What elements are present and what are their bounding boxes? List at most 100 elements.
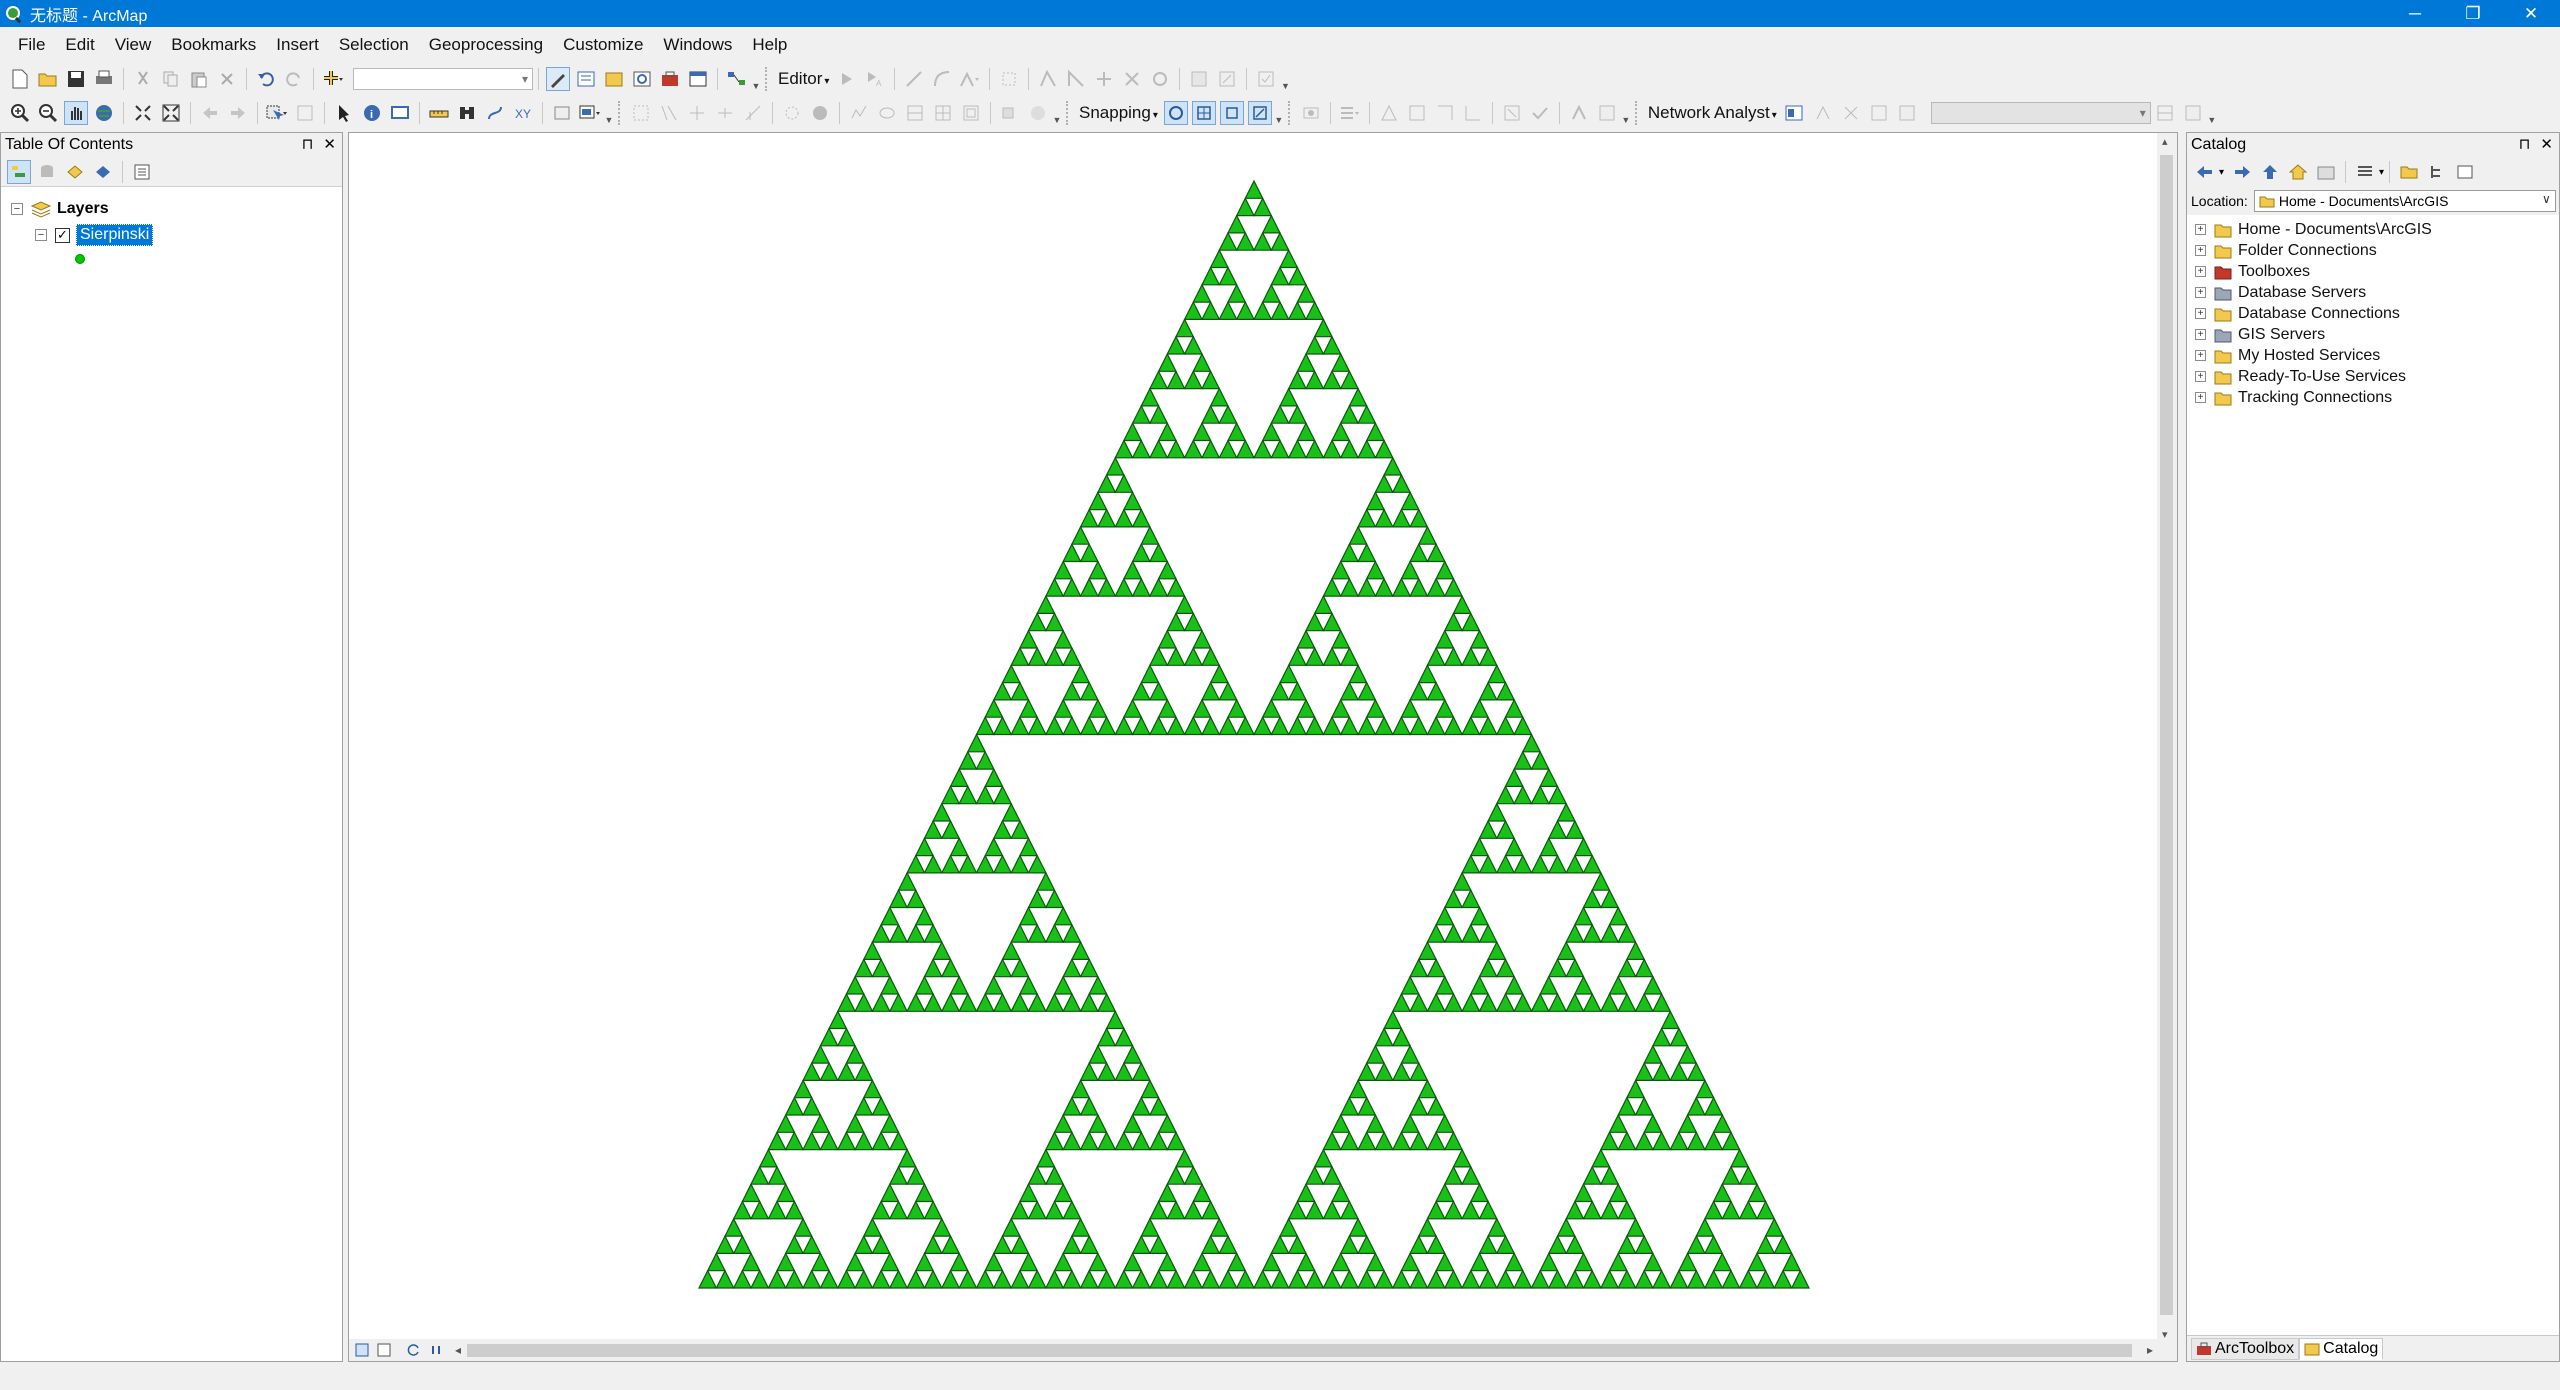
split-tool-icon[interactable] xyxy=(1092,67,1116,91)
expand-toggle[interactable]: + xyxy=(2195,350,2206,361)
network-analyst-menu[interactable]: Network Analyst ▾ xyxy=(1644,103,1781,123)
modelbuilder-icon[interactable] xyxy=(725,67,749,91)
reshape-feature-icon[interactable] xyxy=(1036,67,1060,91)
catalog-up-icon[interactable] xyxy=(2258,160,2282,184)
align-edge-icon[interactable] xyxy=(657,101,681,125)
minimize-button[interactable]: ─ xyxy=(2386,0,2444,27)
fix-topology-error-icon[interactable] xyxy=(1528,101,1552,125)
topology-edit-icon[interactable] xyxy=(629,101,653,125)
catalog-item[interactable]: + Folder Connections xyxy=(2187,240,2559,261)
paste-icon[interactable] xyxy=(187,67,211,91)
toc-options-icon[interactable] xyxy=(130,160,154,184)
go-back-extent-icon[interactable] xyxy=(198,101,222,125)
point-snapping-icon[interactable] xyxy=(1163,101,1188,125)
catalog-item[interactable]: + Database Connections xyxy=(2187,303,2559,324)
toolbar-grip[interactable] xyxy=(618,101,623,125)
undo-icon[interactable] xyxy=(254,67,278,91)
densify-icon[interactable] xyxy=(903,101,927,125)
fixed-zoom-out-icon[interactable] xyxy=(159,101,183,125)
catalog-forward-icon[interactable] xyxy=(2230,160,2254,184)
arctoolbox-icon[interactable] xyxy=(658,67,682,91)
toolbar-overflow-icon[interactable]: ▼ xyxy=(1621,101,1631,125)
network-analyst-window-icon[interactable] xyxy=(1783,101,1807,125)
rotate-tool-icon[interactable] xyxy=(1120,67,1144,91)
map-display[interactable]: ▴ ▾ ◂ ▸ xyxy=(348,132,2178,1362)
print-icon[interactable] xyxy=(92,67,116,91)
toolbar-grip[interactable] xyxy=(1287,101,1293,125)
menu-selection[interactable]: Selection xyxy=(329,35,419,55)
zoom-in-icon[interactable] xyxy=(8,101,32,125)
copy-parallel-icon[interactable] xyxy=(959,101,983,125)
menu-insert[interactable]: Insert xyxy=(266,35,329,55)
layer-name-sierpinski[interactable]: Sierpinski xyxy=(76,224,154,246)
trim-icon[interactable] xyxy=(713,101,737,125)
toolbar-overflow-icon[interactable]: ▼ xyxy=(1052,101,1062,125)
explode-icon[interactable] xyxy=(780,101,804,125)
search-window-icon[interactable] xyxy=(630,67,654,91)
vertex-snapping-icon[interactable] xyxy=(1219,101,1244,125)
toolbar-overflow-icon[interactable]: ▼ xyxy=(1274,101,1284,125)
directions-icon[interactable] xyxy=(2181,101,2205,125)
catalog-views-icon[interactable] xyxy=(2353,160,2377,184)
find-icon[interactable] xyxy=(455,101,479,125)
toolbar-grip[interactable] xyxy=(765,67,770,91)
html-popup-icon[interactable] xyxy=(388,101,412,125)
refresh-view-icon[interactable] xyxy=(405,1341,423,1359)
list-by-drawing-order-icon[interactable] xyxy=(7,159,31,184)
tab-catalog[interactable]: Catalog xyxy=(2299,1337,2384,1360)
close-button[interactable]: ✕ xyxy=(2502,0,2560,27)
toolbar-grip[interactable] xyxy=(1634,101,1640,125)
edge-snapping-icon[interactable] xyxy=(1247,101,1272,125)
expand-toggle[interactable]: + xyxy=(2195,308,2206,319)
catalog-back-icon[interactable] xyxy=(2193,160,2217,184)
network-dataset-combo[interactable]: ▾ xyxy=(1930,102,2151,124)
catalog-item[interactable]: + Tracking Connections xyxy=(2187,387,2559,408)
save-icon[interactable] xyxy=(64,67,88,91)
select-features-icon[interactable] xyxy=(265,101,289,125)
toolbar-overflow-icon[interactable]: ▼ xyxy=(2207,101,2217,125)
catalog-item[interactable]: + Ready-To-Use Services xyxy=(2187,366,2559,387)
select-move-location-icon[interactable] xyxy=(1839,101,1863,125)
scroll-left-icon[interactable]: ◂ xyxy=(455,1343,461,1357)
construct-features-icon[interactable] xyxy=(1595,101,1619,125)
sphere-icon[interactable] xyxy=(808,101,832,125)
create-viewer-window-icon[interactable] xyxy=(578,101,602,125)
spatial-adjustment-icon[interactable] xyxy=(1338,101,1362,125)
edit-tool-icon[interactable] xyxy=(835,67,859,91)
create-features-icon[interactable] xyxy=(1215,67,1239,91)
menu-customize[interactable]: Customize xyxy=(553,35,653,55)
catalog-connect-folder-icon[interactable] xyxy=(2314,160,2338,184)
cut-icon[interactable] xyxy=(131,67,155,91)
list-by-source-icon[interactable] xyxy=(35,160,59,184)
time-slider-icon[interactable] xyxy=(550,101,574,125)
catalog-new-folder-icon[interactable] xyxy=(2397,160,2421,184)
layer-row-sierpinski[interactable]: − ✓ Sierpinski xyxy=(1,223,342,247)
show-shared-features-icon[interactable] xyxy=(1433,101,1457,125)
end-snapping-icon[interactable] xyxy=(1191,101,1216,125)
toolbar-grip[interactable] xyxy=(1066,101,1071,125)
cut-polygons-icon[interactable] xyxy=(1064,67,1088,91)
attributes-icon[interactable] xyxy=(1148,67,1172,91)
smooth-icon[interactable] xyxy=(875,101,899,125)
scroll-right-icon[interactable]: ▸ xyxy=(2147,1343,2153,1357)
python-window-icon[interactable] xyxy=(686,67,710,91)
editor-toolbar-icon[interactable] xyxy=(546,67,570,91)
expand-toggle[interactable]: + xyxy=(2195,224,2206,235)
catalog-close-icon[interactable]: ✕ xyxy=(2540,135,2553,153)
full-extent-icon[interactable] xyxy=(92,101,116,125)
edit-vertices-icon[interactable] xyxy=(997,67,1021,91)
menu-bookmarks[interactable]: Bookmarks xyxy=(161,35,266,55)
catalog-item[interactable]: + My Hosted Services xyxy=(2187,345,2559,366)
go-forward-extent-icon[interactable] xyxy=(226,101,250,125)
error-inspector-icon[interactable] xyxy=(1500,101,1524,125)
editor-options-icon[interactable] xyxy=(1254,67,1278,91)
layout-view-toggle-icon[interactable] xyxy=(353,1341,371,1359)
menu-view[interactable]: View xyxy=(105,35,162,55)
scroll-up-icon[interactable]: ▴ xyxy=(2162,135,2168,148)
expand-toggle[interactable]: + xyxy=(2195,371,2206,382)
topology-tool-icon[interactable] xyxy=(1377,101,1401,125)
clear-selection-icon[interactable] xyxy=(293,101,317,125)
back-dropdown-icon[interactable]: ▾ xyxy=(2219,167,2224,178)
delete-icon[interactable] xyxy=(215,67,239,91)
pan-icon[interactable] xyxy=(64,101,88,125)
